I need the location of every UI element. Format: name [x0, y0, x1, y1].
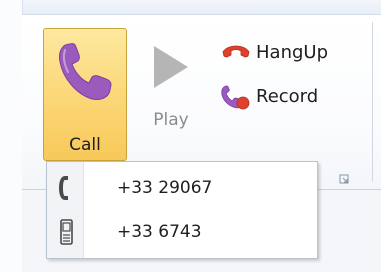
play-button-label: Play	[153, 110, 189, 130]
record-button[interactable]: Record	[220, 82, 318, 110]
hangup-button[interactable]: HangUp	[220, 38, 328, 66]
call-button-label: Call	[69, 135, 101, 155]
hangup-button-label: HangUp	[256, 41, 328, 63]
mobile-phone-icon	[55, 217, 77, 247]
menu-item-label: +33 6743	[117, 222, 202, 242]
record-icon	[220, 82, 252, 110]
call-button[interactable]: Call	[43, 28, 127, 168]
play-button[interactable]: Play	[140, 30, 202, 140]
app-window: Call Play HangUp Record +33 29067 +33 67…	[0, 0, 381, 272]
phone-handset-icon	[56, 40, 114, 102]
ribbon-group-separator	[372, 22, 373, 182]
hangup-icon	[220, 38, 252, 66]
menu-item-label: +33 29067	[117, 178, 213, 198]
menu-item-number[interactable]: +33 6743	[47, 210, 317, 254]
left-panel-edge	[0, 0, 23, 272]
call-dropdown-menu: +33 29067 +33 6743	[46, 161, 318, 259]
record-button-label: Record	[256, 85, 319, 107]
landline-phone-icon	[55, 173, 77, 203]
dialog-launcher-icon[interactable]	[339, 174, 350, 185]
menu-item-number[interactable]: +33 29067	[47, 166, 317, 210]
title-strip	[0, 0, 381, 14]
play-icon	[148, 42, 194, 92]
